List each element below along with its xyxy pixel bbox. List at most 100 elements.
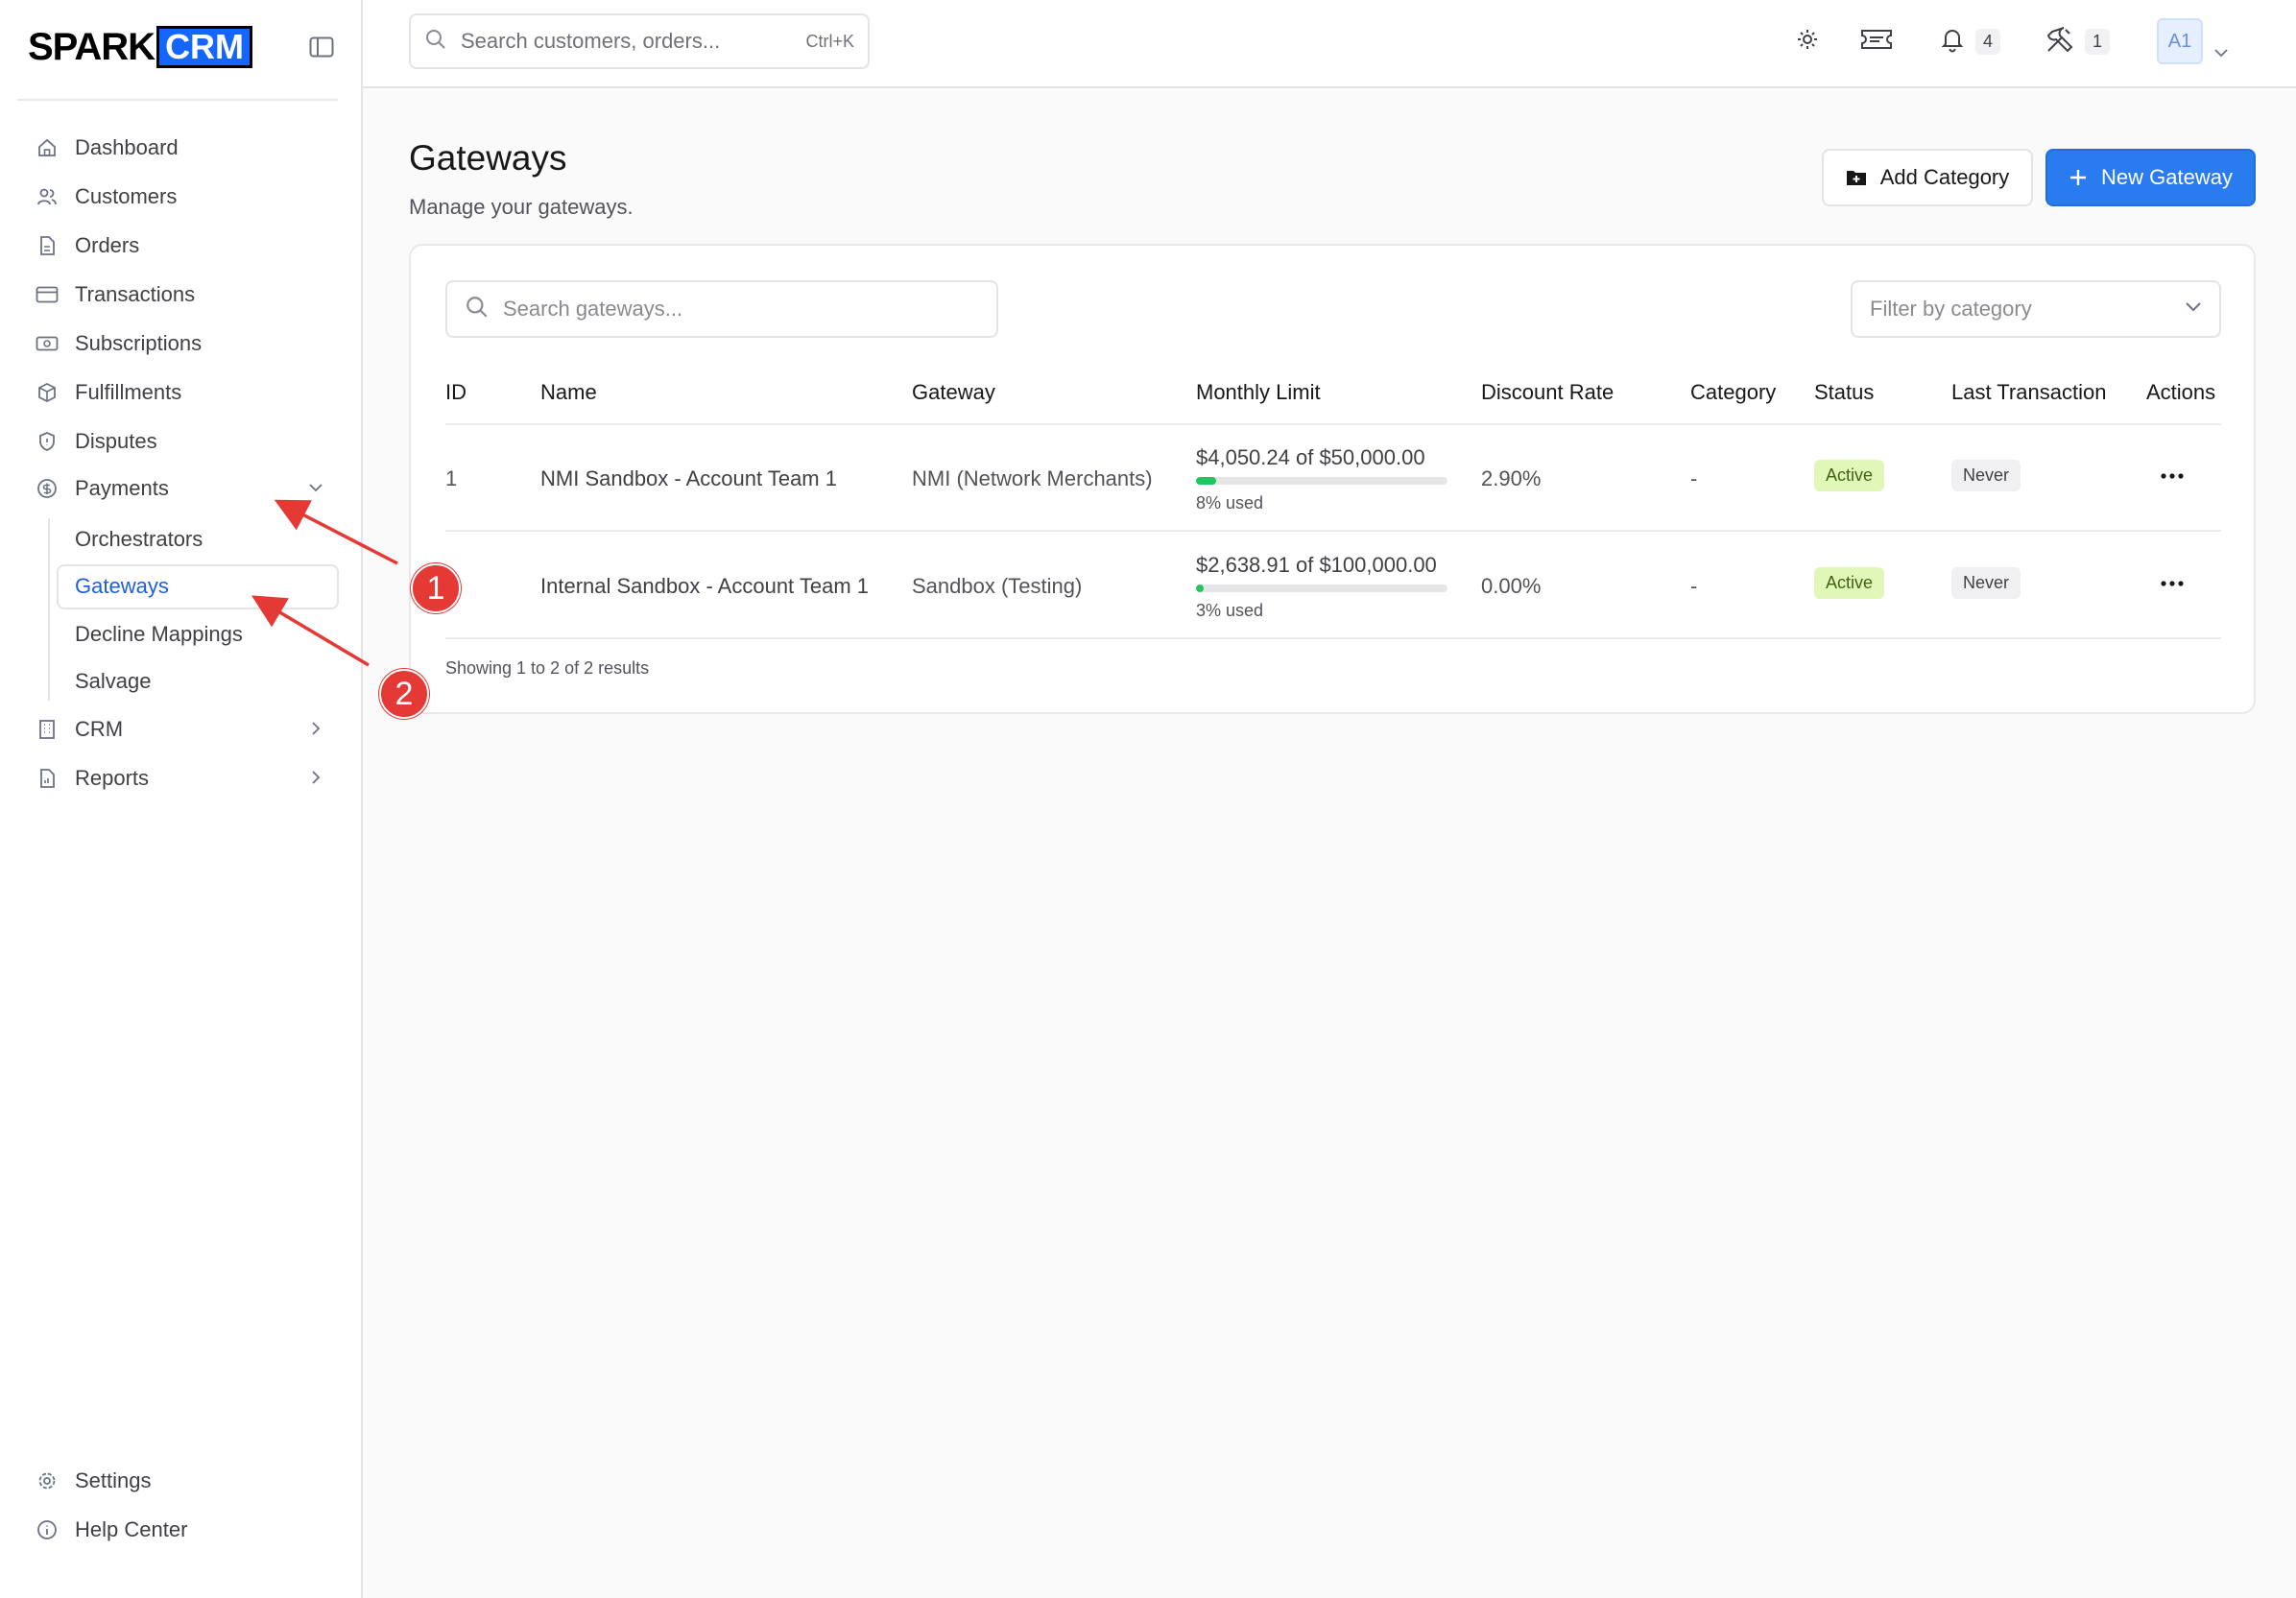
plus-icon: [2069, 168, 2088, 187]
new-gateway-button[interactable]: New Gateway: [2045, 149, 2256, 206]
row-1-last-transaction-badge: Never: [1951, 460, 2021, 491]
row-1-category: -: [1690, 466, 1698, 490]
row-2-discount-rate: 0.00%: [1481, 574, 1542, 598]
chevron-down-icon: [305, 477, 326, 498]
row-2-usage-fill: [1196, 584, 1204, 592]
sidebar-item-label: Disputes: [75, 429, 157, 453]
tools-count-badge: 1: [2085, 28, 2111, 55]
chevron-down-icon: [2185, 300, 2202, 318]
sidebar-toggle-icon[interactable]: [307, 35, 336, 60]
sidebar-item-transactions[interactable]: Transactions: [35, 275, 195, 314]
wrench-icon: [2045, 24, 2075, 60]
account-menu-chevron-icon[interactable]: [2213, 31, 2229, 75]
row-2-status-badge: Active: [1814, 567, 1885, 599]
sidebar-item-decline-mappings[interactable]: Decline Mappings: [75, 615, 243, 654]
sidebar-item-customers[interactable]: Customers: [35, 178, 177, 216]
search-icon: [465, 295, 490, 324]
row-2-monthly-limit: $2,638.91 of $100,000.00: [1196, 553, 1437, 577]
gateway-search-input[interactable]: Search gateways...: [445, 280, 998, 338]
row-1-discount-rate: 2.90%: [1481, 466, 1542, 490]
sidebar-item-crm[interactable]: CRM: [35, 710, 332, 749]
submenu-guide-line: [48, 518, 50, 701]
sidebar: SPARK CRM Dashboard Customers Orders Tra…: [0, 0, 363, 1598]
brand-logo-crm: CRM: [156, 26, 253, 68]
page-subtitle: Manage your gateways.: [409, 195, 634, 219]
category-filter-select[interactable]: Filter by category: [1851, 280, 2221, 338]
brand-logo-spark: SPARK: [28, 26, 155, 68]
bell-icon: [1939, 26, 1966, 58]
sidebar-item-label: Decline Mappings: [75, 622, 243, 646]
column-header-actions: Actions: [2146, 380, 2216, 404]
sidebar-item-label: Reports: [75, 766, 150, 790]
sidebar-item-label: Salvage: [75, 669, 152, 693]
sidebar-item-help-center[interactable]: Help Center: [35, 1511, 187, 1549]
row-1-status-badge: Active: [1814, 460, 1885, 491]
add-category-button[interactable]: Add Category: [1822, 149, 2033, 206]
row-1-name[interactable]: NMI Sandbox - Account Team 1: [540, 466, 837, 491]
sidebar-item-orchestrators[interactable]: Orchestrators: [75, 520, 203, 559]
row-divider: [445, 637, 2221, 639]
row-1-id: 1: [445, 466, 458, 490]
folder-plus-icon: [1846, 168, 1867, 187]
sidebar-item-disputes[interactable]: Disputes: [35, 422, 157, 461]
ticket-icon: [1860, 27, 1893, 57]
row-1-monthly-limit: $4,050.24 of $50,000.00: [1196, 445, 1425, 469]
sidebar-item-reports[interactable]: Reports: [35, 759, 332, 798]
column-header-monthly-limit: Monthly Limit: [1196, 380, 1321, 404]
row-1-usage-bar: [1196, 477, 1447, 485]
sidebar-item-subscriptions[interactable]: Subscriptions: [35, 324, 202, 363]
banknote-icon: [35, 331, 60, 356]
row-1-usage-fill: [1196, 477, 1216, 485]
keyboard-shortcut-hint: Ctrl+K: [805, 31, 854, 51]
gear-icon: [35, 1468, 60, 1493]
sidebar-item-label: CRM: [75, 717, 124, 741]
row-2-gateway: Sandbox (Testing): [912, 574, 1083, 598]
new-gateway-label: New Gateway: [2101, 165, 2233, 189]
tools-button[interactable]: 1: [2045, 19, 2111, 63]
search-icon: [424, 28, 447, 56]
column-header-gateway: Gateway: [912, 380, 995, 404]
annotation-marker-1: 1: [411, 563, 461, 613]
tickets-button[interactable]: [1860, 19, 1893, 63]
gateway-search-placeholder: Search gateways...: [503, 297, 683, 321]
row-2-more-icon[interactable]: [2158, 574, 2187, 593]
sidebar-item-dashboard[interactable]: Dashboard: [35, 129, 179, 167]
chevron-right-icon: [305, 767, 326, 788]
header-divider: [445, 423, 2221, 425]
notifications-button[interactable]: 4: [1939, 19, 2001, 63]
sidebar-item-label: Subscriptions: [75, 331, 203, 355]
shield-icon: [35, 429, 60, 454]
column-header-name: Name: [540, 380, 597, 404]
global-search-placeholder: Search customers, orders...: [461, 29, 721, 53]
column-header-discount-rate: Discount Rate: [1481, 380, 1614, 404]
sidebar-item-label: Transactions: [75, 282, 196, 306]
row-divider: [445, 530, 2221, 532]
building-icon: [35, 717, 60, 742]
add-category-label: Add Category: [1879, 165, 2010, 189]
sidebar-item-label: Gateways: [75, 574, 169, 598]
row-1-gateway: NMI (Network Merchants): [912, 466, 1153, 490]
page-title: Gateways: [409, 138, 567, 178]
row-1-more-icon[interactable]: [2158, 466, 2187, 486]
global-search-input[interactable]: Search customers, orders... Ctrl+K: [409, 13, 870, 69]
row-2-name[interactable]: Internal Sandbox - Account Team 1: [540, 574, 869, 599]
sidebar-item-payments[interactable]: Payments: [35, 469, 332, 508]
sidebar-divider: [17, 99, 338, 101]
user-avatar[interactable]: A1: [2157, 18, 2203, 64]
chevron-right-icon: [305, 718, 326, 739]
package-icon: [35, 380, 60, 405]
dollar-circle-icon: [35, 476, 60, 501]
sidebar-item-label: Help Center: [75, 1517, 188, 1541]
annotation-marker-2: 2: [379, 669, 429, 719]
row-2-last-transaction-badge: Never: [1951, 567, 2021, 599]
column-header-last-transaction: Last Transaction: [1951, 380, 2107, 404]
sidebar-item-gateways[interactable]: Gateways: [75, 567, 169, 606]
sidebar-item-fulfillments[interactable]: Fulfillments: [35, 373, 181, 412]
sidebar-item-label: Customers: [75, 184, 178, 208]
sidebar-item-orders[interactable]: Orders: [35, 227, 139, 265]
sidebar-item-settings[interactable]: Settings: [35, 1462, 152, 1500]
pagination-summary: Showing 1 to 2 of 2 results: [445, 658, 650, 678]
brand-logo[interactable]: SPARK CRM: [28, 26, 253, 68]
theme-toggle-button[interactable]: [1795, 19, 1820, 63]
sidebar-item-salvage[interactable]: Salvage: [75, 662, 152, 701]
